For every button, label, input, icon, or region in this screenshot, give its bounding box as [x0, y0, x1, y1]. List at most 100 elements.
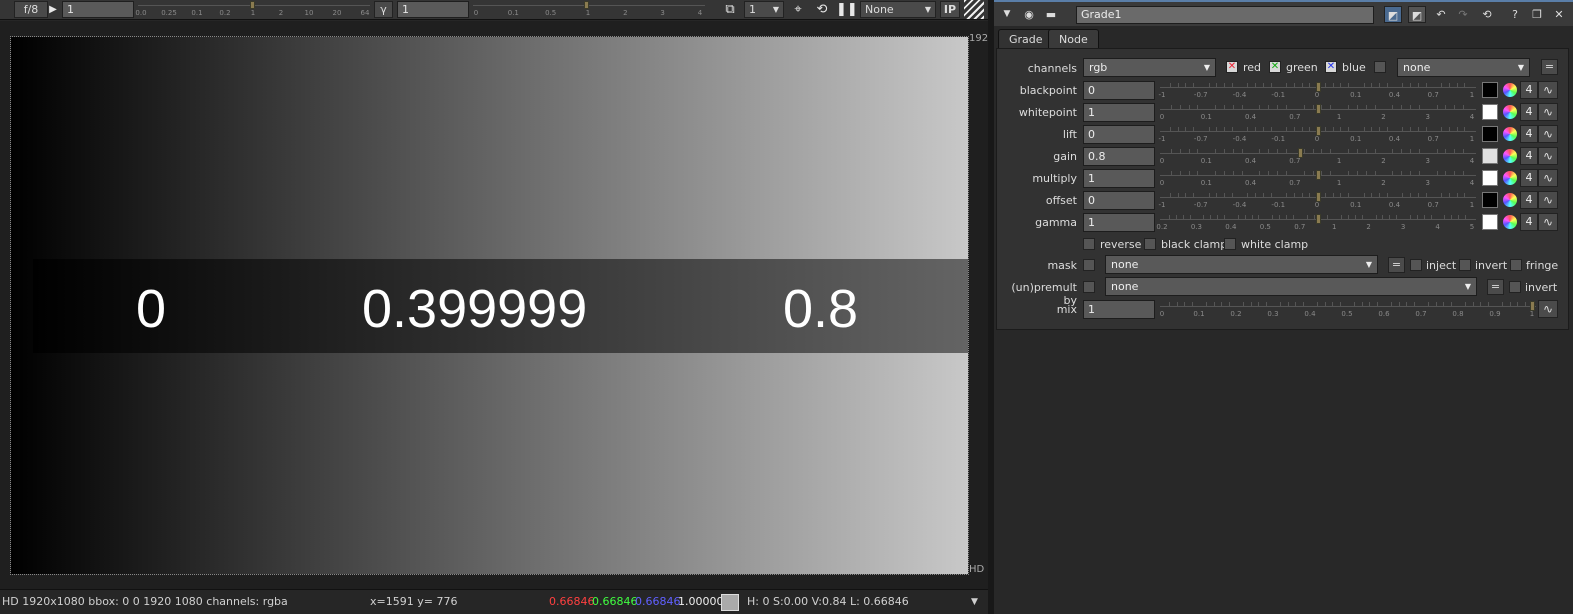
gain-channels-button[interactable]: 4: [1520, 147, 1538, 165]
curve-editor-icon[interactable]: ∿: [1538, 125, 1558, 143]
refresh-icon[interactable]: ⟲: [812, 0, 832, 19]
premult-dropdown[interactable]: none ▼: [1105, 277, 1477, 296]
curve-editor-icon[interactable]: ∿: [1538, 213, 1558, 231]
color-wheel-icon[interactable]: [1502, 214, 1518, 230]
premult-checkbox[interactable]: [1083, 281, 1095, 293]
blue-checkbox[interactable]: ✕: [1325, 61, 1337, 73]
whitepoint-input[interactable]: 1: [1083, 103, 1155, 122]
mask-dropdown[interactable]: none ▼: [1105, 255, 1378, 274]
curve-editor-icon[interactable]: ∿: [1538, 191, 1558, 209]
gamma-channels-button[interactable]: 4: [1520, 213, 1538, 231]
fstop-button[interactable]: f/8: [14, 1, 48, 18]
roi-icon[interactable]: ⌖: [788, 0, 808, 19]
gamma-input[interactable]: 1: [1083, 213, 1155, 232]
channels-link-button[interactable]: =: [1541, 59, 1558, 75]
multiply-slider[interactable]: 0 0.1 0.4 0.7 1 2 3 4: [1160, 169, 1476, 187]
gamma-color-swatch[interactable]: [1482, 214, 1498, 230]
lift-channels-button[interactable]: 4: [1520, 125, 1538, 143]
chevron-down-icon[interactable]: ▼: [971, 590, 978, 614]
frame-dropdown[interactable]: 1 ▼: [744, 1, 784, 18]
offset-channels-button[interactable]: 4: [1520, 191, 1538, 209]
close-icon[interactable]: ✕: [1550, 6, 1568, 23]
gamma-input[interactable]: 1: [397, 1, 469, 18]
lift-input[interactable]: 0: [1083, 125, 1155, 144]
gamma-slider-handle[interactable]: [584, 1, 589, 9]
striped-overlay-icon[interactable]: [964, 0, 984, 19]
offset-slider[interactable]: -1 -0.7 -0.4 -0.1 0 0.1 0.4 0.7 1: [1159, 191, 1476, 209]
offset-input[interactable]: 0: [1083, 191, 1155, 210]
fringe-checkbox[interactable]: [1510, 259, 1522, 271]
green-checkbox[interactable]: ✕: [1269, 61, 1281, 73]
lift-slider-handle[interactable]: [1316, 126, 1321, 136]
tab-grade[interactable]: Grade: [998, 29, 1054, 49]
lift-color-swatch[interactable]: [1482, 126, 1498, 142]
tab-node[interactable]: Node: [1048, 29, 1099, 49]
curve-editor-icon[interactable]: ∿: [1538, 103, 1558, 121]
blackpoint-channels-button[interactable]: 4: [1520, 81, 1538, 99]
gamma-slider[interactable]: 0.2 0.3 0.4 0.5 0.7 1 2 3 4 5: [1156, 213, 1476, 231]
maximize-icon[interactable]: ❐: [1528, 6, 1546, 23]
view-node-icon[interactable]: ◉: [1020, 6, 1038, 23]
mix-slider[interactable]: 0 0.1 0.2 0.3 0.4 0.5 0.6 0.7 0.8 0.9 1: [1160, 300, 1536, 318]
revert-icon[interactable]: ⟲: [1478, 6, 1496, 23]
proxy-icon[interactable]: ⧉: [720, 0, 740, 19]
collapse-icon[interactable]: ▼: [998, 6, 1016, 23]
inject-checkbox[interactable]: [1410, 259, 1422, 271]
blackpoint-input[interactable]: 0: [1083, 81, 1155, 100]
curve-editor-icon[interactable]: ∿: [1538, 147, 1558, 165]
redo-icon[interactable]: ↷: [1454, 6, 1472, 23]
multiply-slider-handle[interactable]: [1316, 170, 1321, 180]
offset-color-swatch[interactable]: [1482, 192, 1498, 208]
lut-dropdown[interactable]: None ▼: [860, 1, 936, 18]
color-wheel-icon[interactable]: [1502, 104, 1518, 120]
reverse-checkbox[interactable]: [1083, 238, 1095, 250]
color-wheel-icon[interactable]: [1502, 148, 1518, 164]
curve-editor-icon[interactable]: ∿: [1538, 81, 1558, 99]
white-clamp-checkbox[interactable]: [1224, 238, 1236, 250]
color-wheel-icon[interactable]: [1502, 192, 1518, 208]
channels-dropdown[interactable]: rgb ▼: [1083, 58, 1216, 77]
lift-slider[interactable]: -1 -0.7 -0.4 -0.1 0 0.1 0.4 0.7 1: [1159, 125, 1476, 143]
blackpoint-color-swatch[interactable]: [1482, 82, 1498, 98]
blackpoint-slider-handle[interactable]: [1316, 82, 1321, 92]
gain-slider[interactable]: 0.0 0.25 0.1 0.2 1 2 10 20 64: [135, 1, 370, 18]
whitepoint-color-swatch[interactable]: [1482, 104, 1498, 120]
gain-slider[interactable]: 0 0.1 0.4 0.7 1 2 3 4: [1160, 147, 1476, 165]
node-font-color-icon[interactable]: ◩: [1408, 6, 1426, 23]
whitepoint-slider-handle[interactable]: [1316, 104, 1321, 114]
curve-editor-icon[interactable]: ∿: [1538, 169, 1558, 187]
pause-icon[interactable]: ❚❚: [836, 0, 858, 19]
gain-input[interactable]: 1: [62, 1, 134, 18]
undo-icon[interactable]: ↶: [1432, 6, 1450, 23]
mask-invert-checkbox[interactable]: [1459, 259, 1471, 271]
play-forward-icon[interactable]: ▶: [46, 0, 60, 19]
mix-curve-icon[interactable]: ∿: [1538, 300, 1558, 318]
gain-input[interactable]: 0.8: [1083, 147, 1155, 166]
gamma-slider-handle[interactable]: [1316, 214, 1321, 224]
whitepoint-slider[interactable]: 0 0.1 0.4 0.7 1 2 3 4: [1160, 103, 1476, 121]
help-icon[interactable]: ?: [1506, 6, 1524, 23]
gain-slider-handle[interactable]: [1297, 148, 1303, 158]
premult-invert-checkbox[interactable]: [1509, 281, 1521, 293]
multiply-input[interactable]: 1: [1083, 169, 1155, 188]
float-panel-icon[interactable]: ▬: [1042, 6, 1060, 23]
gamma-slider[interactable]: 0 0.1 0.5 1 2 3 4: [473, 1, 705, 18]
gain-color-swatch[interactable]: [1482, 148, 1498, 164]
alpha-checkbox[interactable]: [1374, 61, 1386, 73]
black-clamp-checkbox[interactable]: [1144, 238, 1156, 250]
mask-link-button[interactable]: =: [1388, 257, 1405, 273]
multiply-channels-button[interactable]: 4: [1520, 169, 1538, 187]
ip-button[interactable]: IP: [940, 1, 960, 18]
mix-slider-handle[interactable]: [1530, 301, 1535, 311]
extra-channel-dropdown[interactable]: none ▼: [1397, 58, 1530, 77]
color-wheel-icon[interactable]: [1502, 170, 1518, 186]
node-name-input[interactable]: Grade1: [1076, 6, 1374, 24]
gain-slider-handle[interactable]: [250, 1, 255, 9]
mask-checkbox[interactable]: [1083, 259, 1095, 271]
color-wheel-icon[interactable]: [1502, 82, 1518, 98]
mix-input[interactable]: 1: [1083, 300, 1155, 319]
color-wheel-icon[interactable]: [1502, 126, 1518, 142]
whitepoint-channels-button[interactable]: 4: [1520, 103, 1538, 121]
node-color-icon[interactable]: ◩: [1384, 6, 1402, 23]
offset-slider-handle[interactable]: [1316, 192, 1321, 202]
